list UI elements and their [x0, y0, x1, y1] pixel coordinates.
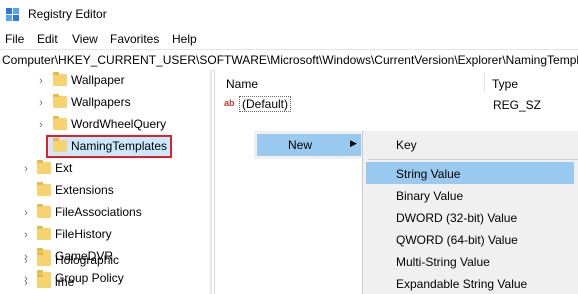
menu-file[interactable]: File [5, 32, 24, 46]
column-divider[interactable] [484, 72, 485, 92]
menu-edit[interactable]: Edit [37, 32, 58, 46]
value-name[interactable]: (Default) [239, 96, 292, 112]
submenu-item-key[interactable]: Key [396, 138, 417, 152]
menu-view[interactable]: View [72, 32, 98, 46]
menu-bar: File Edit View Favorites Help [0, 29, 578, 49]
tree-item-label: Wallpapers [71, 95, 131, 109]
tree-item-label: Ext [55, 161, 73, 175]
submenu-item-binary-value[interactable]: Binary Value [396, 189, 463, 203]
tree-item-holographic[interactable]: › Holographic [0, 250, 210, 272]
tree-scrollbar[interactable] [210, 70, 212, 294]
address-bar[interactable]: Computer\HKEY_CURRENT_USER\SOFTWARE\Micr… [0, 49, 578, 71]
folder-icon [37, 204, 51, 218]
folder-icon [53, 94, 67, 108]
window-title: Registry Editor [28, 7, 107, 21]
tree-item-label: ime [55, 275, 75, 289]
submenu-item-string-value[interactable]: String Value [396, 167, 460, 181]
tree-item-label: WordWheelQuery [71, 117, 167, 131]
submenu-item-multi-string-value[interactable]: Multi-String Value [396, 255, 490, 269]
menu-help[interactable]: Help [172, 32, 197, 46]
chevron-right-icon[interactable]: › [36, 76, 46, 87]
tree-item-ime[interactable]: › ime [0, 272, 210, 294]
registry-editor-icon [6, 8, 19, 21]
submenu-item-qword-value[interactable]: QWORD (64-bit) Value [396, 233, 518, 247]
folder-icon [37, 274, 51, 288]
column-header-name[interactable]: Name [226, 77, 258, 91]
submenu-arrow-icon: ▶ [350, 138, 357, 148]
submenu-item-expandable-string-value[interactable]: Expandable String Value [396, 277, 527, 291]
tree-item-label: FileHistory [55, 227, 112, 241]
tree-item-label: NamingTemplates [71, 139, 168, 153]
folder-icon [37, 226, 51, 240]
title-bar: Registry Editor [0, 0, 578, 29]
menu-favorites[interactable]: Favorites [110, 32, 159, 46]
chevron-right-icon[interactable]: › [21, 208, 31, 219]
folder-icon [37, 160, 51, 174]
folder-icon [37, 182, 51, 196]
value-type: REG_SZ [493, 98, 542, 112]
submenu-item-dword-value[interactable]: DWORD (32-bit) Value [396, 211, 517, 225]
chevron-right-icon[interactable]: › [36, 120, 46, 131]
tree-item-label: Extensions [55, 183, 114, 197]
tree-item-label: Wallpaper [71, 73, 125, 87]
folder-icon [53, 72, 67, 86]
column-header-type[interactable]: Type [492, 77, 518, 91]
chevron-right-icon[interactable]: › [21, 164, 31, 175]
folder-icon [37, 252, 51, 266]
address-path: Computer\HKEY_CURRENT_USER\SOFTWARE\Micr… [2, 53, 578, 67]
chevron-right-icon[interactable]: › [21, 256, 31, 267]
chevron-right-icon[interactable]: › [21, 230, 31, 241]
tree-item-label: Holographic [55, 253, 120, 267]
tree-item-label: FileAssociations [55, 205, 142, 219]
chevron-right-icon[interactable]: › [21, 278, 31, 289]
folder-icon [53, 116, 67, 130]
submenu-separator [368, 159, 578, 160]
string-value-icon: ab [224, 98, 235, 108]
folder-icon [53, 138, 67, 152]
context-menu-new[interactable]: New [288, 138, 312, 152]
chevron-right-icon[interactable]: › [36, 98, 46, 109]
